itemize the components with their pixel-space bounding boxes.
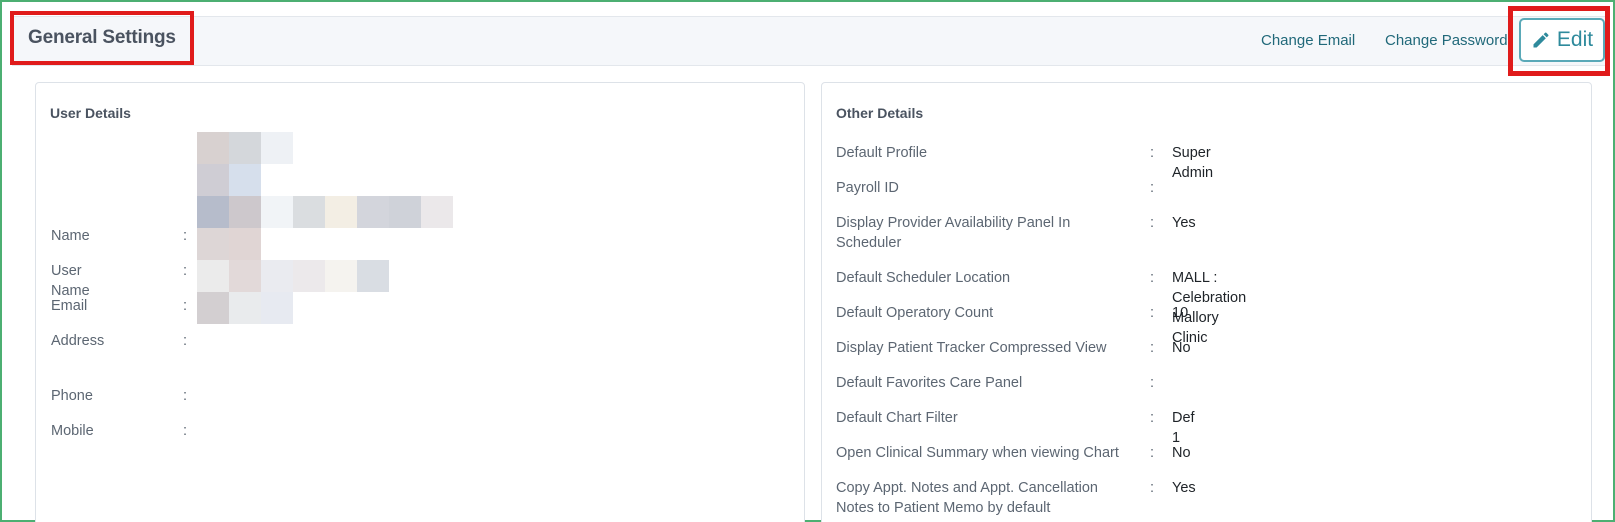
field-label: Open Clinical Summary when viewing Chart bbox=[836, 445, 1119, 461]
field-value: Yes bbox=[1172, 215, 1196, 231]
field-label: Address bbox=[51, 333, 105, 349]
field-label: Copy Appt. Notes and Appt. Cancellation … bbox=[836, 480, 1098, 516]
redacted-phone bbox=[197, 292, 293, 324]
header-bar bbox=[12, 16, 1608, 66]
field-label: Default Chart Filter bbox=[836, 410, 958, 426]
field-label: User Name bbox=[51, 263, 90, 299]
field-label: Mobile bbox=[51, 423, 94, 439]
field-label: Phone bbox=[51, 388, 93, 404]
field-label: Display Patient Tracker Compressed View bbox=[836, 340, 1107, 356]
field-value: 10 bbox=[1172, 305, 1189, 321]
user-details-title: User Details bbox=[50, 105, 131, 121]
edit-button-label: Edit bbox=[1556, 28, 1594, 51]
field-value: Def 1 bbox=[1172, 410, 1195, 446]
field-label: Name bbox=[51, 228, 90, 244]
field-value: Yes bbox=[1172, 480, 1196, 496]
page-title: General Settings bbox=[10, 11, 194, 65]
change-email-link[interactable]: Change Email bbox=[1261, 32, 1355, 49]
pencil-icon bbox=[1533, 32, 1549, 48]
redacted-name bbox=[197, 132, 293, 164]
field-label: Default Favorites Care Panel bbox=[836, 375, 1023, 391]
user-details-panel: User Details Name : User Name : Email : … bbox=[35, 82, 805, 522]
other-details-title: Other Details bbox=[836, 105, 924, 121]
redacted-address-line1 bbox=[197, 228, 261, 260]
field-label: Default Operatory Count bbox=[836, 305, 994, 321]
field-label: Display Provider Availability Panel In S… bbox=[836, 215, 1071, 251]
redacted-email bbox=[197, 196, 453, 228]
field-label: Default Scheduler Location bbox=[836, 270, 1011, 286]
field-label: Email bbox=[51, 298, 88, 314]
field-value: Super Admin bbox=[1172, 145, 1214, 181]
field-label: Default Profile bbox=[836, 145, 928, 161]
edit-button[interactable]: Edit bbox=[1519, 18, 1605, 62]
field-value: No bbox=[1172, 340, 1191, 356]
redacted-user-name bbox=[197, 164, 261, 196]
redacted-address-line2 bbox=[197, 260, 389, 292]
change-password-link[interactable]: Change Password bbox=[1385, 32, 1508, 49]
field-value: No bbox=[1172, 445, 1191, 461]
field-label: Payroll ID bbox=[836, 180, 899, 196]
